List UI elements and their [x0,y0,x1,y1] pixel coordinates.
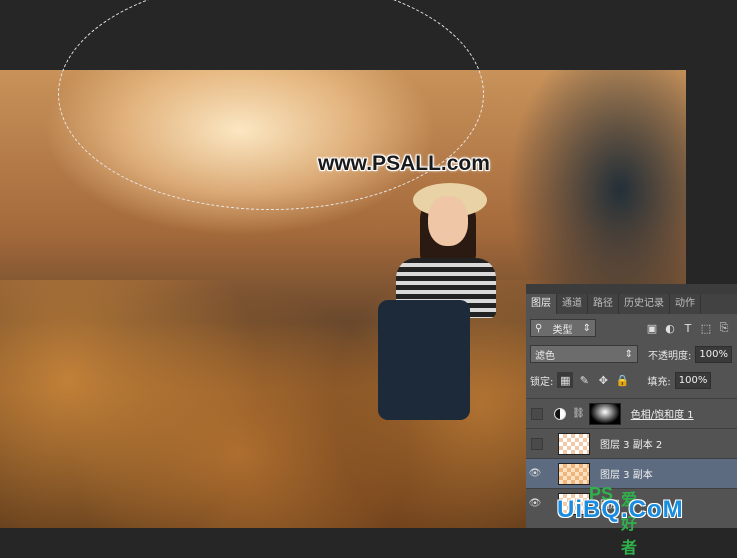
layer-name: 色相/饱和度 1 [630,410,694,421]
lock-label: 锁定: [530,376,554,388]
lock-position-icon[interactable]: ✥ [595,372,611,388]
tab-layers[interactable]: 图层 [526,294,557,314]
layer-row[interactable]: 图层 3 副本 2 [526,428,737,458]
visibility-toggle[interactable] [526,437,544,450]
layer-row[interactable]: ⛓ 色相/饱和度 1 [526,398,737,428]
layer-name: 图层 3 副本 2 [600,440,663,451]
blend-row: 滤色 ⇕ 不透明度: 100% [530,344,737,364]
site-watermark-uibq: UiBQ.CoM [557,496,684,523]
opacity-label: 不透明度: [648,350,692,362]
updown-icon: ⇕ [624,348,633,360]
chain-link-icon[interactable]: ⛓ [572,408,585,419]
lock-transparent-pixels-icon[interactable]: ▦ [557,372,574,388]
layer-thumbnail [558,462,590,485]
opacity-field[interactable]: 100% [695,345,732,363]
shape-filter-icon[interactable]: ⬚ [697,320,715,336]
layer-name: 图层 3 副本 [600,470,653,481]
filter-kind-dropdown[interactable]: ⚲ 类型 ⇕ [530,319,596,337]
fill-field[interactable]: 100% [674,371,712,389]
adjustment-filter-icon[interactable]: ◐ [661,320,679,336]
fill-label: 填充: [647,376,671,388]
lock-all-icon[interactable]: 🔒 [614,372,630,388]
layer-thumbnail [558,432,590,455]
search-icon: ⚲ [535,322,543,334]
panel-tab-bar: 图层 通道 路径 历史记录 动作 [526,294,737,314]
tab-actions[interactable]: 动作 [670,294,701,314]
watermark-text: www.PSALL.com [318,152,490,175]
girl-face [428,196,468,246]
hue-saturation-icon [554,407,566,420]
lock-row: 锁定: ▦ ✎ ✥ 🔒 填充: 100% [530,370,737,390]
panel-header-strip [526,284,737,294]
layer-mask-thumbnail[interactable] [588,402,621,425]
eye-icon[interactable]: 👁 [526,468,544,479]
blend-mode-dropdown[interactable]: 滤色 ⇕ [530,345,638,363]
type-filter-icon[interactable]: T [679,320,697,336]
filter-kind-label: 类型 [552,324,573,336]
image-filter-icon[interactable]: ▣ [643,320,661,336]
visibility-toggle[interactable] [526,407,544,420]
smart-object-filter-icon[interactable]: ⎘ [715,320,733,336]
girl-overall [378,300,470,420]
blend-mode-label: 滤色 [535,350,555,362]
eye-icon[interactable]: 👁 [526,498,544,509]
tab-history[interactable]: 历史记录 [619,294,670,314]
updown-icon: ⇕ [582,322,591,334]
layer-row[interactable]: 👁 图层 3 副本 [526,458,737,488]
layer-filter-row: ⚲ 类型 ⇕ ▣ ◐ T ⬚ ⎘ [530,318,733,338]
lock-image-pixels-icon[interactable]: ✎ [576,372,592,388]
tab-paths[interactable]: 路径 [588,294,619,314]
tab-channels[interactable]: 通道 [557,294,588,314]
